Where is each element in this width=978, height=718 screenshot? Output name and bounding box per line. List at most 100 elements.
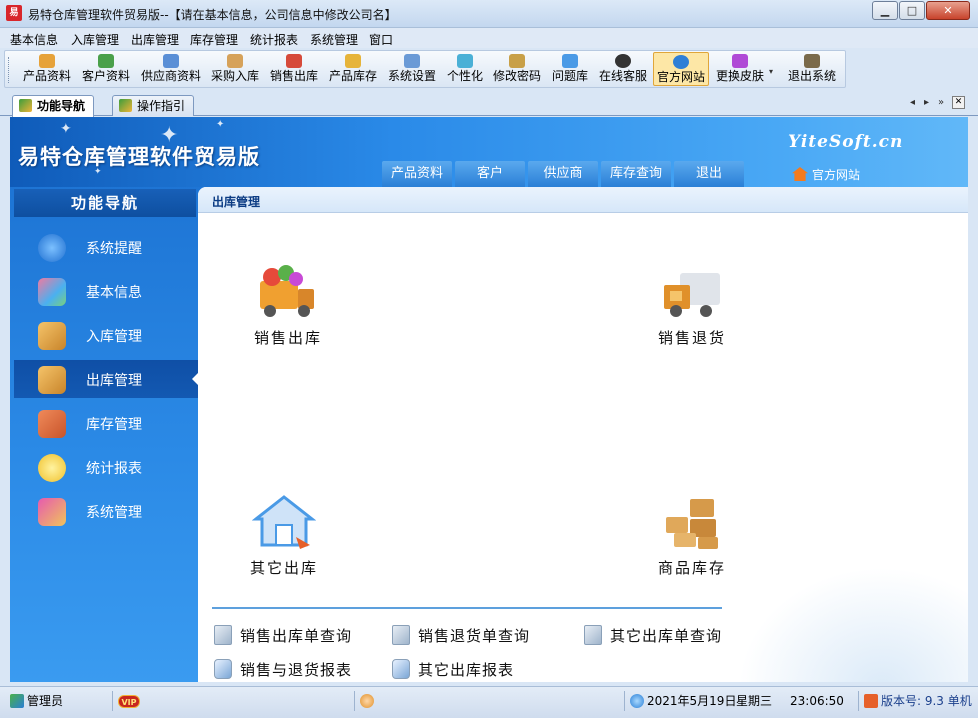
- link-other-outbound-report[interactable]: 其它出库报表: [392, 659, 514, 680]
- sidebar-item-reports[interactable]: 统计报表: [14, 448, 198, 486]
- user-icon: [10, 694, 24, 708]
- tile-product-stock[interactable]: 商品库存: [632, 493, 752, 578]
- tab-next-icon[interactable]: ▸: [924, 97, 929, 108]
- faq-icon: [562, 54, 578, 68]
- status-separator: [858, 691, 859, 711]
- toolbar-stock-button[interactable]: 产品库存: [325, 52, 381, 86]
- tile-sales-outbound[interactable]: 销售出库: [228, 263, 348, 348]
- tile-sales-return[interactable]: 销售退货: [632, 263, 752, 348]
- assistant-icon: [360, 694, 374, 708]
- sidebar-item-system-reminder[interactable]: 系统提醒: [14, 228, 198, 266]
- vip-badge: VIP: [118, 695, 140, 708]
- toolbar-label: 更换皮肤: [715, 69, 764, 83]
- doc-icon: [214, 625, 232, 645]
- tab-operation-guide[interactable]: 操作指引: [112, 95, 195, 116]
- menu-system[interactable]: 系统管理: [310, 31, 358, 48]
- banner-nav-stock-query[interactable]: 库存查询: [601, 161, 671, 187]
- sidebar-item-label: 库存管理: [86, 417, 142, 433]
- link-sales-return-query[interactable]: 销售退货单查询: [392, 625, 530, 646]
- minimize-button[interactable]: ▁: [872, 1, 898, 20]
- banner: ✦ ✦ ✦ ✦ 易特仓库管理软件贸易版 YiteSoft.cn 官方网站 产品资…: [10, 117, 968, 187]
- menu-window[interactable]: 窗口: [369, 31, 393, 48]
- toolbar-label: 销售出库: [269, 69, 318, 83]
- warehouse-icon: [38, 410, 66, 438]
- link-sales-return-report[interactable]: 销售与退货报表: [214, 659, 352, 680]
- sales-truck-icon: [256, 263, 320, 321]
- official-site-link[interactable]: 官方网站: [792, 166, 860, 183]
- skin-icon: [732, 54, 748, 68]
- info-icon: [38, 234, 66, 262]
- box-in-icon: [38, 322, 66, 350]
- toolbar-service-button[interactable]: 在线客服: [595, 52, 651, 86]
- status-weekday: 星期三: [736, 694, 773, 708]
- toolbar-product-button[interactable]: 产品资料: [17, 52, 77, 86]
- sidebar-item-basic-info[interactable]: 基本信息: [14, 272, 198, 310]
- status-version: 版本号: 9.3 单机: [864, 691, 978, 711]
- link-label: 其它出库单查询: [610, 627, 723, 645]
- chart-icon: [38, 454, 66, 482]
- tile-other-outbound[interactable]: 其它出库: [224, 493, 344, 578]
- banner-nav-exit[interactable]: 退出: [674, 161, 744, 187]
- sidebar-item-system[interactable]: 系统管理: [14, 492, 198, 530]
- sidebar: 功能导航 系统提醒 基本信息 入库管理 出库管理 库存管理 统计报表 系统管理: [12, 187, 200, 682]
- status-separator: [354, 691, 355, 711]
- tab-prev-icon[interactable]: ◂: [910, 97, 915, 108]
- menu-basic-info[interactable]: 基本信息: [10, 31, 58, 48]
- status-separator: [112, 691, 113, 711]
- window-title: 易特仓库管理软件贸易版--【请在基本信息，公司信息中修改公司名】: [28, 8, 397, 22]
- toolbar-exit-button[interactable]: 退出系统: [783, 52, 841, 86]
- sidebar-heading: 功能导航: [14, 189, 196, 217]
- banner-nav-customers[interactable]: 客户: [455, 161, 525, 187]
- toolbar-grip[interactable]: [8, 57, 11, 83]
- toolbar-customer-button[interactable]: 客户资料: [77, 52, 135, 86]
- globe-clock-icon: [630, 694, 644, 708]
- toolbar-settings-button[interactable]: 系统设置: [384, 52, 440, 86]
- toolbar-sales-button[interactable]: 销售出库: [266, 52, 322, 86]
- sidebar-item-inbound[interactable]: 入库管理: [14, 316, 198, 354]
- link-other-outbound-query[interactable]: 其它出库单查询: [584, 625, 722, 646]
- blocks-icon: [38, 278, 66, 306]
- tab-strip: 功能导航 操作指引 ◂ ▸ » ✕: [0, 92, 978, 117]
- tab-function-nav[interactable]: 功能导航: [12, 95, 95, 117]
- purchase-icon: [227, 54, 243, 68]
- toolbar-password-button[interactable]: 修改密码: [489, 52, 545, 86]
- toolbar-supplier-button[interactable]: 供应商资料: [137, 52, 205, 86]
- stock-icon: [345, 54, 361, 68]
- sidebar-item-label: 系统管理: [86, 505, 142, 521]
- toolbar: 产品资料 客户资料 供应商资料 采购入库 销售出库 产品库存 系统设置 个性化 …: [4, 50, 846, 88]
- toolbar-label: 退出系统: [787, 69, 836, 83]
- menu-outbound[interactable]: 出库管理: [131, 31, 179, 48]
- toolbar-personalize-button[interactable]: 个性化: [443, 52, 487, 86]
- tab-more-icon[interactable]: »: [938, 97, 944, 108]
- toolbar-purchase-button[interactable]: 采购入库: [207, 52, 263, 86]
- report-icon: [214, 659, 232, 679]
- banner-nav-suppliers[interactable]: 供应商: [528, 161, 598, 187]
- service-icon: [615, 54, 631, 68]
- menu-inventory[interactable]: 库存管理: [190, 31, 238, 48]
- menu-reports[interactable]: 统计报表: [250, 31, 298, 48]
- skin-dropdown-arrow-icon[interactable]: ▾: [769, 67, 773, 76]
- website-icon: [673, 55, 689, 69]
- toolbar-skin-button[interactable]: 更换皮肤: [712, 52, 768, 86]
- toolbar-website-button[interactable]: 官方网站: [653, 52, 709, 86]
- sidebar-item-inventory[interactable]: 库存管理: [14, 404, 198, 442]
- toolbar-faq-button[interactable]: 问题库: [548, 52, 592, 86]
- customer-icon: [98, 54, 114, 68]
- maximize-button[interactable]: □: [899, 1, 925, 20]
- close-button[interactable]: ✕: [926, 1, 970, 20]
- link-sales-outbound-query[interactable]: 销售出库单查询: [214, 625, 352, 646]
- sidebar-item-outbound[interactable]: 出库管理: [14, 360, 199, 398]
- toolbar-label: 个性化: [446, 69, 483, 83]
- boxes-icon: [660, 493, 724, 551]
- link-label: 其它出库报表: [418, 661, 515, 679]
- toolbar-label: 修改密码: [492, 69, 541, 83]
- tab-close-icon[interactable]: ✕: [952, 96, 965, 109]
- sales-icon: [286, 54, 302, 68]
- status-time: 23:06:50: [790, 694, 844, 708]
- decorative-wave: [738, 567, 968, 682]
- menu-inbound[interactable]: 入库管理: [71, 31, 119, 48]
- banner-nav-products[interactable]: 产品资料: [382, 161, 452, 187]
- toolbar-label: 客户资料: [81, 69, 130, 83]
- toolbar-label: 问题库: [551, 69, 588, 83]
- sidebar-item-label: 系统提醒: [86, 241, 142, 257]
